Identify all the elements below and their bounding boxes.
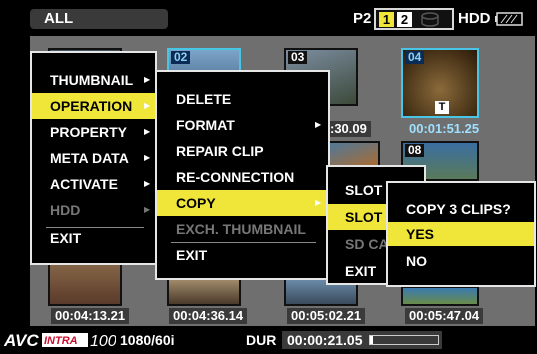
duration-progress-bar [369,335,439,345]
clip-duration: 00:04:36.14 [169,308,248,324]
menu-item-slot-1[interactable]: SLOT [345,177,382,203]
clip-number: 02 [171,51,191,64]
menu-item-activate[interactable]: ACTIVATE [50,171,118,197]
menu-item-exch-thumbnail: EXCH. THUMBNAIL [176,221,306,237]
hdd-drive-icon [421,12,439,27]
main-menu: THUMBNAIL ▶ OPERATION ▶ PROPERTY ▶ META … [30,51,157,265]
svg-text:INTRA: INTRA [44,335,78,347]
submenu-arrow-icon: ▶ [144,153,151,162]
menu-item-exit[interactable]: EXIT [50,225,81,251]
no-button[interactable]: NO [406,248,427,274]
clip-number: 04 [405,51,425,64]
dialog-title: COPY 3 CLIPS? [406,201,511,217]
submenu-arrow-icon: ▶ [144,127,151,136]
slot-indicator: 1 2 [374,8,454,30]
menu-item-property[interactable]: PROPERTY [50,119,127,145]
copy-confirm-dialog: COPY 3 CLIPS? YES NO [386,181,536,287]
hdd-label: HDD [458,10,491,27]
menu-item-sd-card: SD CA [345,236,389,252]
submenu-arrow-icon: ▶ [144,179,151,188]
media-label: P2 [353,10,372,27]
clip-filter[interactable]: ALL [30,9,168,29]
clip-duration: 00:01:51.25 [409,121,480,136]
clip-thumbnail-10[interactable] [167,278,241,306]
duration-label: DUR [246,332,277,348]
operation-submenu: DELETE FORMAT ▶ REPAIR CLIP RE-CONNECTIO… [155,70,330,280]
svg-text:AVC: AVC [4,331,39,350]
clip-number: 03 [288,51,308,64]
clip-thumbnail-04[interactable]: 04 T [401,48,479,118]
menu-item-format[interactable]: FORMAT [176,112,235,138]
menu-item-meta-data[interactable]: META DATA [50,145,129,171]
clip-duration: 00:05:47.04 [405,308,484,324]
video-format: 1080/60i [120,332,175,348]
submenu-arrow-icon: ▶ [144,205,151,214]
slot-2-badge: 2 [397,12,412,27]
menu-item-thumbnail[interactable]: THUMBNAIL [50,67,133,93]
menu-item-operation[interactable]: OPERATION [32,93,155,119]
battery-icon [495,12,523,26]
text-memo-marker: T [435,101,449,114]
menu-item-copy[interactable]: COPY [157,190,328,216]
avc-intra-100-logo: AVC INTRA 100 [4,331,116,350]
clip-thumbnail-09[interactable] [48,258,122,306]
menu-item-delete[interactable]: DELETE [176,86,231,112]
clip-duration: 00:05:02.21 [287,308,366,324]
clip-number: 08 [405,144,425,157]
duration-progress-fill [370,336,374,344]
menu-item-hdd: HDD [50,202,81,218]
submenu-arrow-icon: ▶ [315,120,322,129]
menu-item-repair-clip[interactable]: REPAIR CLIP [176,138,264,164]
clip-duration: 00:04:13.21 [51,308,130,324]
clip-thumbnail-12[interactable] [401,286,479,306]
submenu-arrow-icon: ▶ [144,101,151,110]
yes-button[interactable]: YES [388,222,534,246]
slot-1-badge: 1 [379,12,394,27]
menu-item-exit[interactable]: EXIT [176,242,207,268]
clip-duration: :30.09 [326,121,371,137]
menu-item-re-connection[interactable]: RE-CONNECTION [176,164,294,190]
menu-item-exit[interactable]: EXIT [345,258,376,284]
submenu-arrow-icon: ▶ [315,198,322,207]
svg-text:100: 100 [90,333,116,350]
submenu-arrow-icon: ▶ [144,75,151,84]
